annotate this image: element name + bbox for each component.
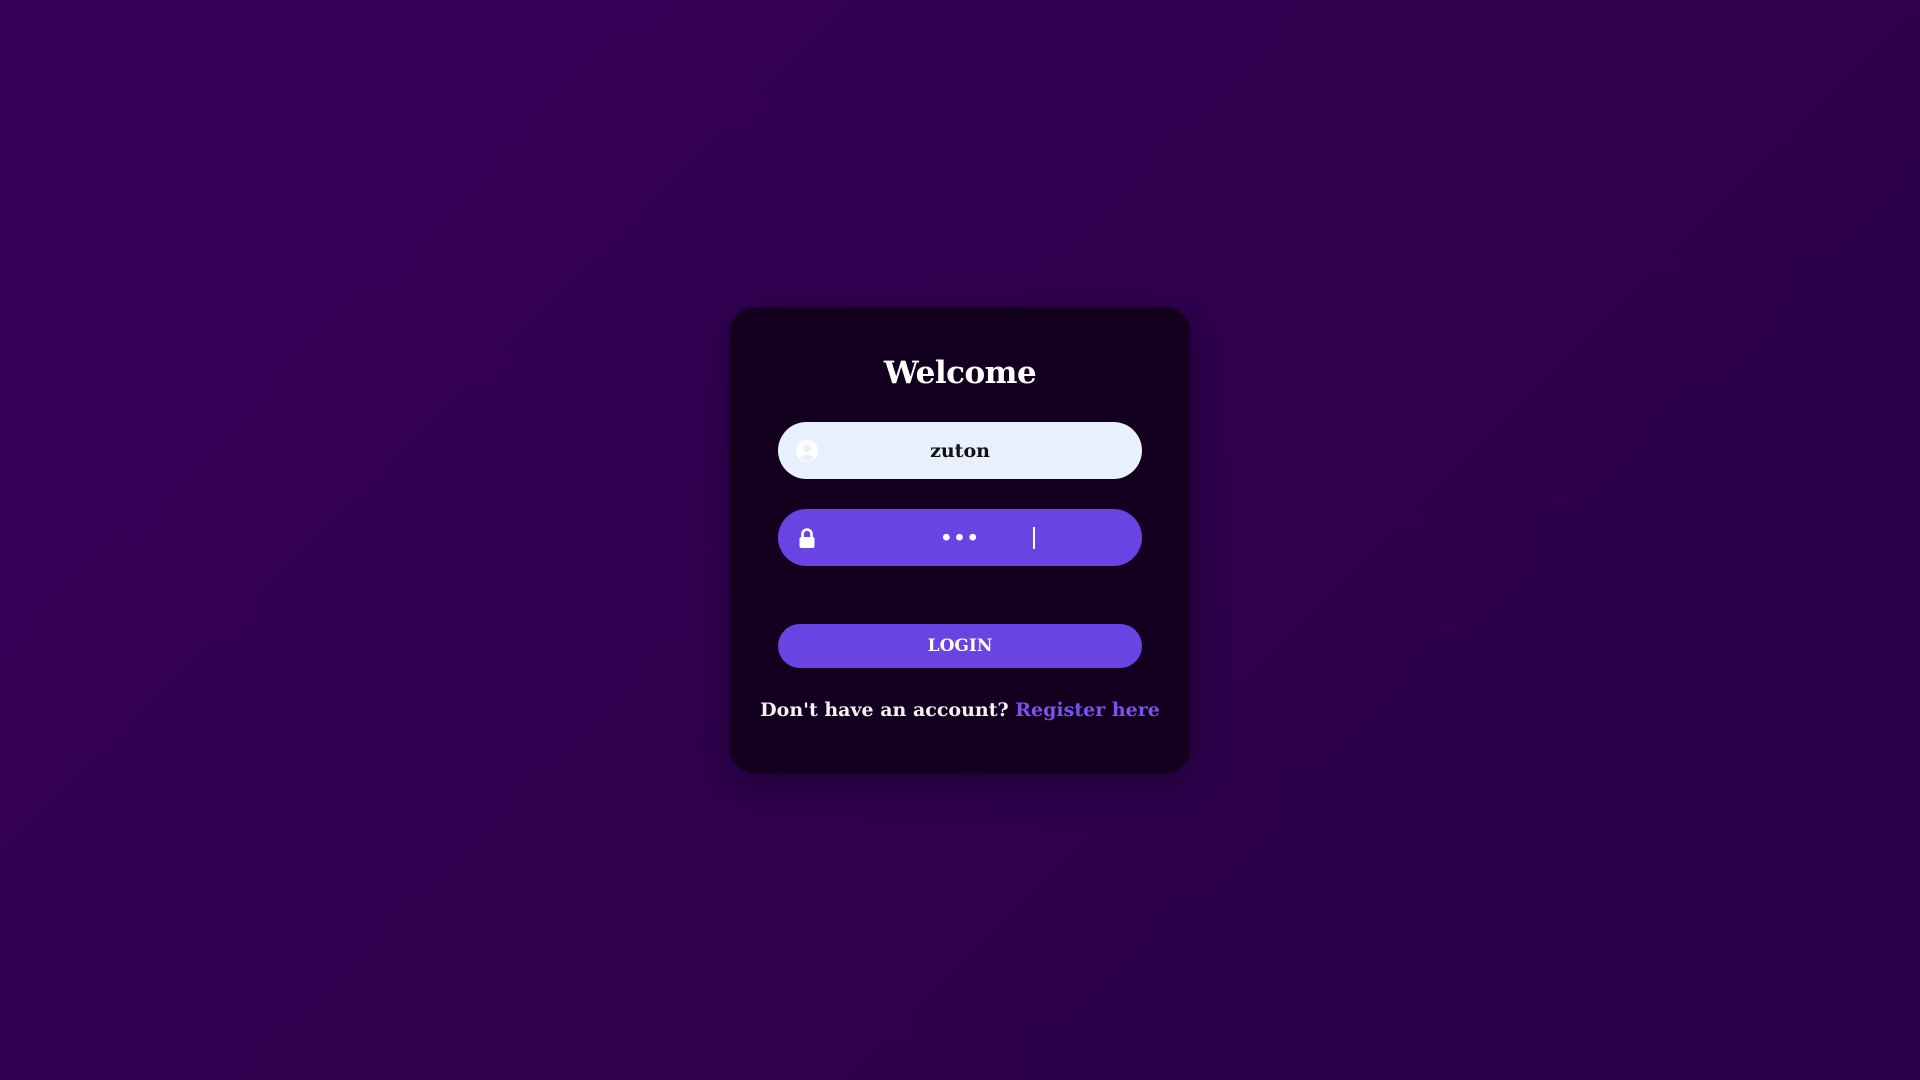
password-field[interactable]: [778, 509, 1142, 566]
page-title: Welcome: [883, 355, 1037, 391]
login-card: Welcome LOGIN Don't have an account? Reg…: [730, 307, 1190, 773]
password-input[interactable]: [778, 509, 1142, 566]
register-link[interactable]: Register here: [1015, 699, 1160, 721]
register-prompt: Don't have an account? Register here: [730, 699, 1190, 721]
text-caret: [1033, 527, 1035, 549]
login-button[interactable]: LOGIN: [778, 624, 1142, 668]
username-field[interactable]: [778, 422, 1142, 479]
register-prompt-text: Don't have an account?: [760, 699, 1009, 721]
username-input[interactable]: [778, 422, 1142, 479]
